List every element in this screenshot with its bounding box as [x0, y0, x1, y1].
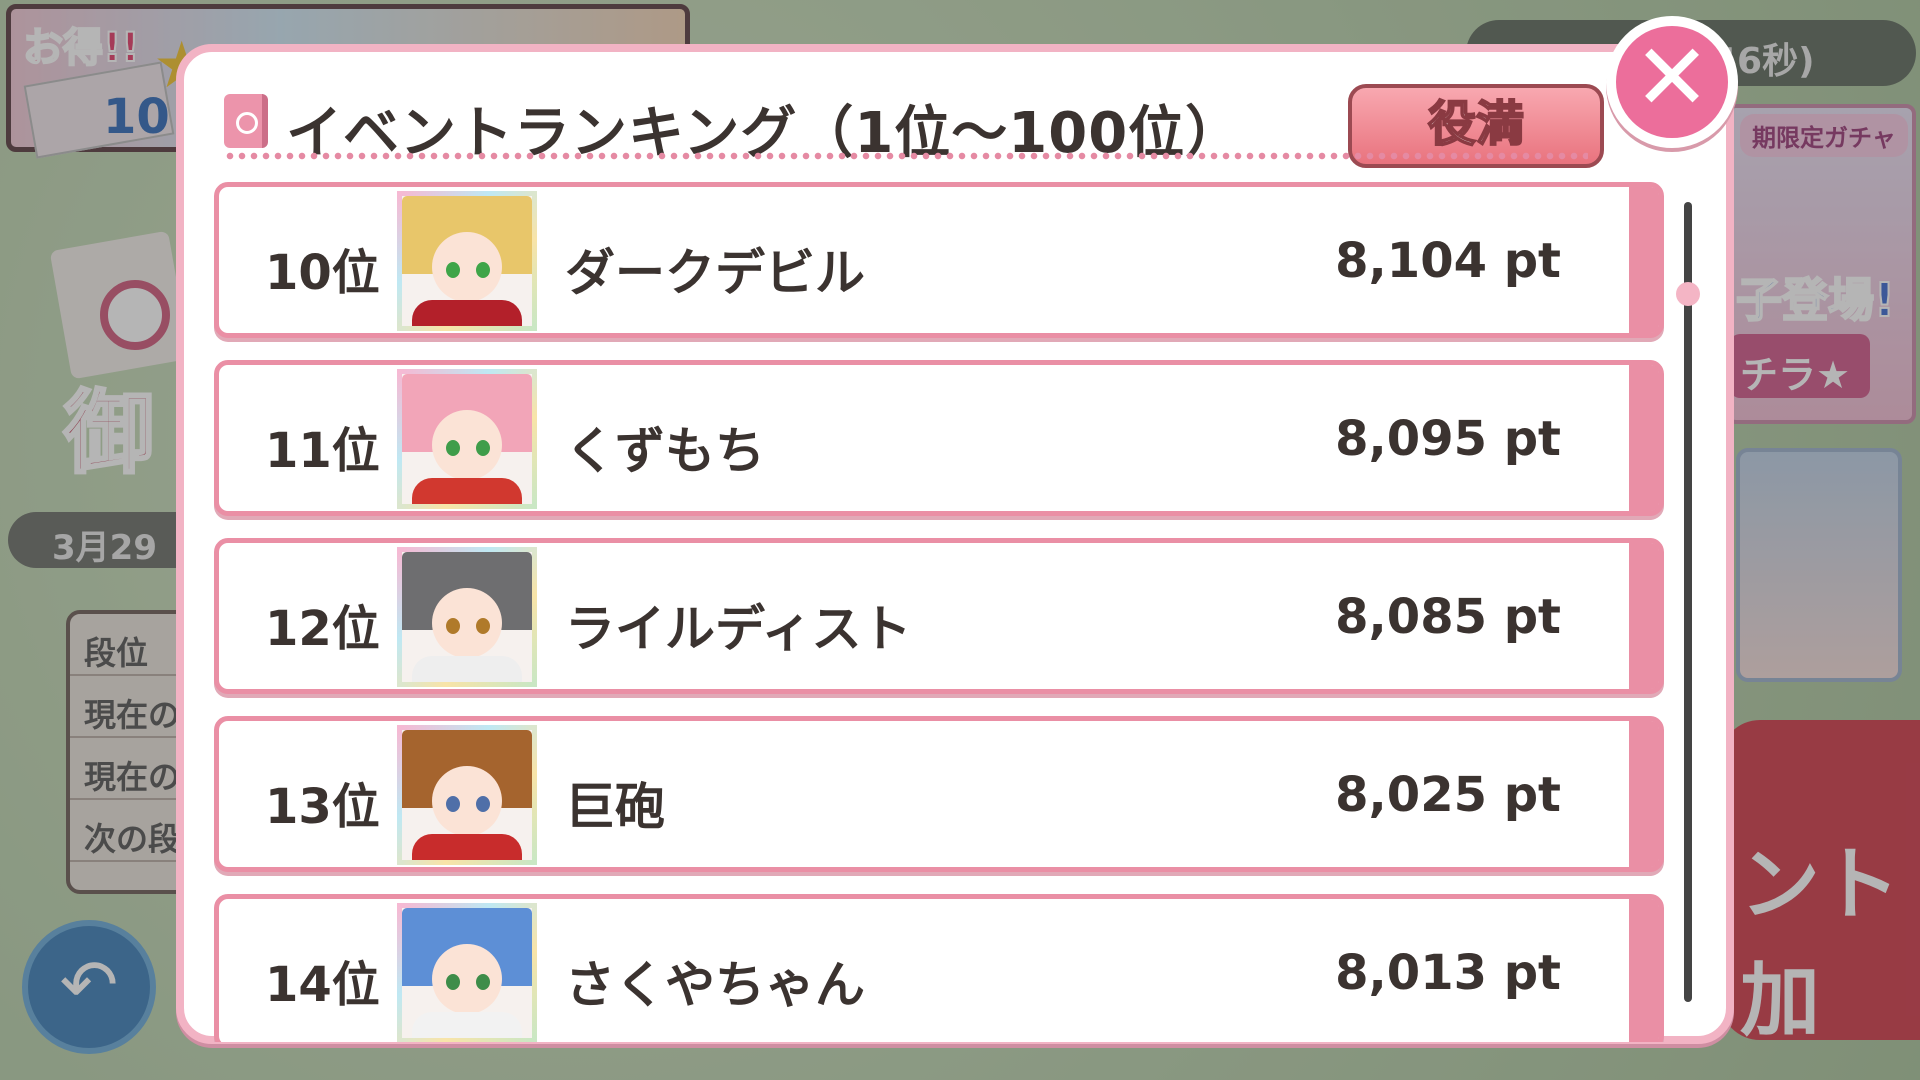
player-name: くずもち [565, 422, 765, 480]
avatar-face [432, 410, 502, 480]
title-divider [224, 152, 1588, 160]
avatar-eye [446, 262, 460, 278]
player-name: 巨砲 [565, 778, 665, 836]
book-icon [224, 94, 268, 148]
avatar-face [432, 232, 502, 302]
player-name: さくやちゃん [565, 956, 865, 1014]
player-points: 8,013 pt [1335, 945, 1561, 1001]
avatar-eye [446, 440, 460, 456]
player-avatar[interactable] [397, 903, 537, 1042]
ranking-row[interactable]: 13位 巨砲 8,025 pt [214, 716, 1664, 872]
avatar-eye [446, 618, 460, 634]
avatar-body [412, 1012, 522, 1038]
rank-label: 10位 [265, 245, 380, 301]
player-points: 8,095 pt [1335, 411, 1561, 467]
rank-label: 11位 [265, 423, 380, 479]
player-avatar[interactable] [397, 369, 537, 509]
player-points: 8,104 pt [1335, 233, 1561, 289]
rank-label: 13位 [265, 779, 380, 835]
ranking-row[interactable]: 12位 ライルディスト 8,085 pt [214, 538, 1664, 694]
avatar-body [412, 656, 522, 682]
avatar-body [412, 478, 522, 504]
scrollbar-thumb[interactable] [1676, 282, 1700, 306]
avatar-face [432, 944, 502, 1014]
avatar-eye [476, 974, 490, 990]
player-avatar[interactable] [397, 725, 537, 865]
avatar-eye [476, 262, 490, 278]
avatar-eye [476, 618, 490, 634]
avatar-face [432, 588, 502, 658]
player-name: ダークデビル [565, 244, 865, 302]
ranking-list[interactable]: 10位 ダークデビル 8,104 pt 11位 くずもち 8,095 pt 12… [214, 182, 1664, 1042]
avatar-body [412, 300, 522, 326]
player-name: ライルディスト [565, 600, 912, 658]
rank-label: 12位 [265, 601, 380, 657]
rank-label: 14位 [265, 957, 380, 1013]
scrollbar[interactable] [1676, 202, 1700, 1002]
avatar-eye [446, 974, 460, 990]
avatar-eye [476, 796, 490, 812]
player-avatar[interactable] [397, 191, 537, 331]
ranking-row[interactable]: 14位 さくやちゃん 8,013 pt [214, 894, 1664, 1042]
ranking-row[interactable]: 10位 ダークデビル 8,104 pt [214, 182, 1664, 338]
ranking-modal: イベントランキング（1位〜100位） 役満 ✕ 10位 ダークデビル 8,104… [176, 16, 1738, 1044]
ranking-row[interactable]: 11位 くずもち 8,095 pt [214, 360, 1664, 516]
player-points: 8,085 pt [1335, 589, 1561, 645]
avatar-eye [476, 440, 490, 456]
avatar-body [412, 834, 522, 860]
player-avatar[interactable] [397, 547, 537, 687]
player-points: 8,025 pt [1335, 767, 1561, 823]
close-icon[interactable]: ✕ [1606, 16, 1738, 148]
avatar-face [432, 766, 502, 836]
avatar-eye [446, 796, 460, 812]
